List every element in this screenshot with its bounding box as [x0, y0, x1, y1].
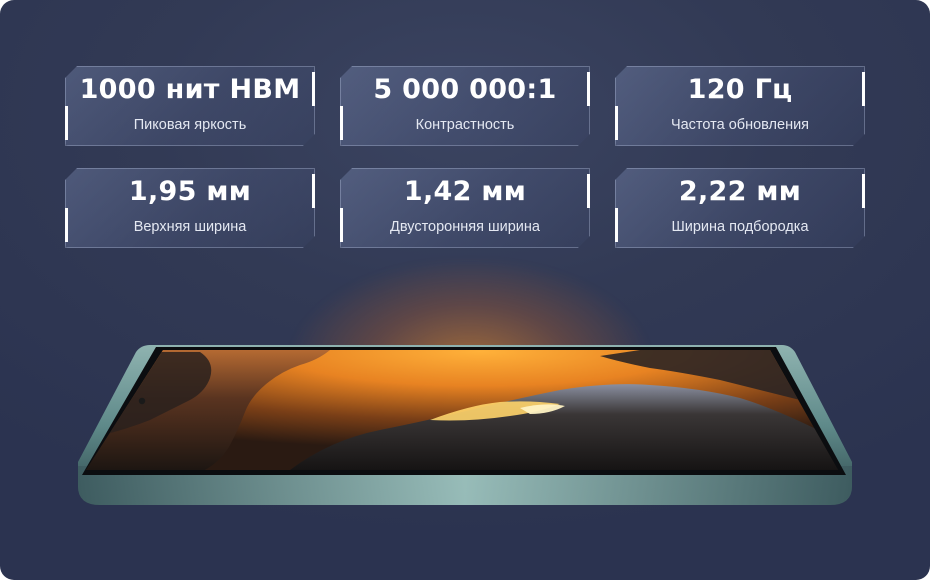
phone-display-icon: [78, 345, 852, 505]
spec-banner: 1000 нит HBM Пиковая яркость 5 000 000:1…: [0, 0, 930, 580]
